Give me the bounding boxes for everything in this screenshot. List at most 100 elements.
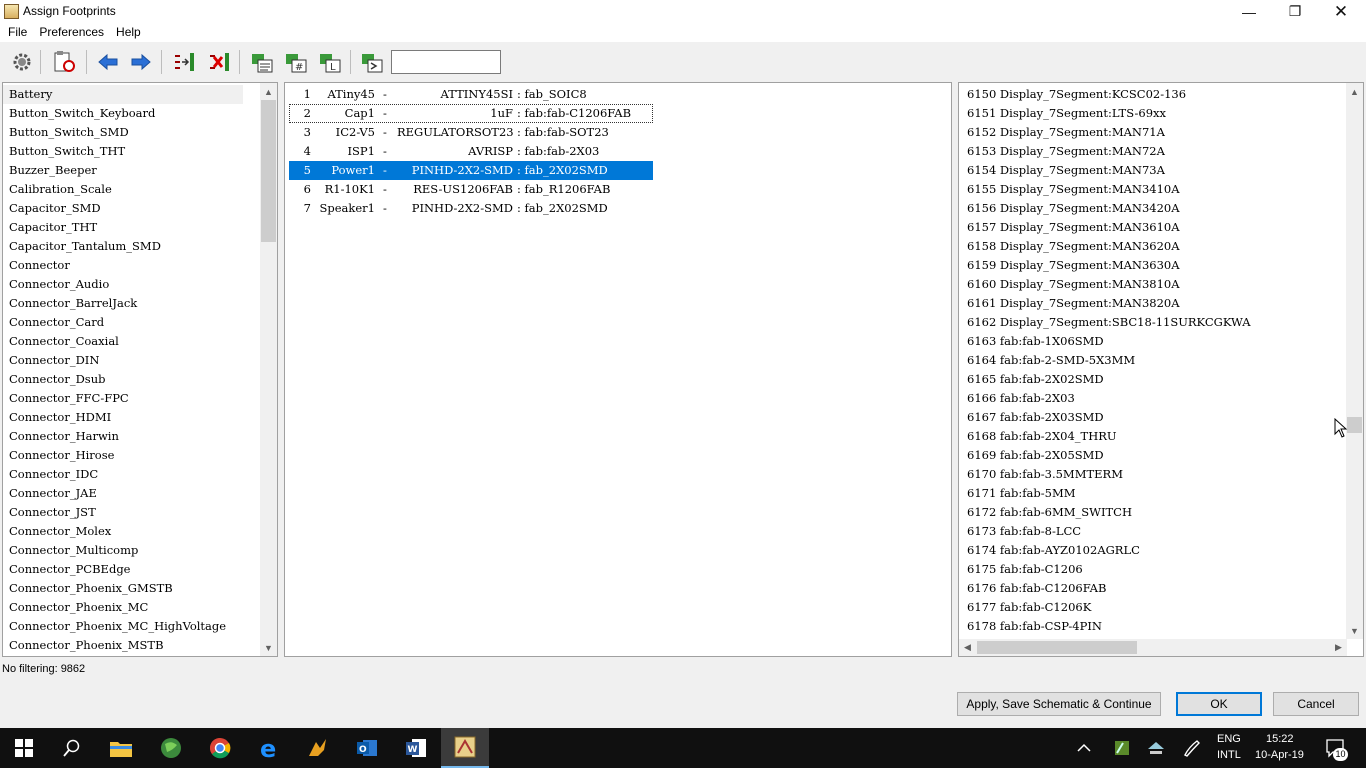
footprint-list-item[interactable]: 6164 fab:fab-2-SMD-5X3MM (967, 351, 1347, 370)
library-list-item[interactable]: Capacitor_SMD (3, 199, 261, 218)
clock-date[interactable]: 10-Apr-19 (1255, 749, 1304, 761)
scroll-down-arrow-icon[interactable]: ▼ (1346, 622, 1363, 639)
library-list-item[interactable]: Connector_Phoenix_MC (3, 598, 261, 617)
filter-by-pin-count-icon[interactable]: # (283, 49, 309, 75)
footprint-list-item[interactable]: 6175 fab:fab-C1206 (967, 560, 1347, 579)
component-row[interactable]: 2 Cap1- 1uF: fab:fab-C1206FAB (289, 104, 653, 123)
library-list-item[interactable]: Connector_JAE (3, 484, 261, 503)
footprint-list-item[interactable]: 6161 Display_7Segment:MAN3820A (967, 294, 1347, 313)
settings-gear-icon[interactable] (9, 49, 35, 75)
menu-file[interactable]: File (2, 23, 33, 42)
footprint-list-item[interactable]: 6173 fab:fab-8-LCC (967, 522, 1347, 541)
maximize-button[interactable]: ❐ (1272, 0, 1318, 23)
library-list-item[interactable]: Connector (3, 256, 261, 275)
scrollbar-thumb[interactable] (1347, 417, 1362, 433)
library-list-item[interactable]: Connector_Card (3, 313, 261, 332)
footprint-list-item[interactable]: 6163 fab:fab-1X06SMD (967, 332, 1347, 351)
scroll-up-arrow-icon[interactable]: ▲ (260, 83, 277, 100)
word-icon[interactable]: W (392, 728, 440, 768)
footprint-list-item[interactable]: 6153 Display_7Segment:MAN72A (967, 142, 1347, 161)
library-list-item[interactable]: Connector_DIN (3, 351, 261, 370)
kicad-cvpcb-icon[interactable] (441, 728, 489, 768)
filter-by-keywords-icon[interactable] (249, 49, 275, 75)
library-list-item[interactable]: Button_Switch_THT (3, 142, 261, 161)
footprint-list-item[interactable]: 6169 fab:fab-2X05SMD (967, 446, 1347, 465)
menu-help[interactable]: Help (110, 23, 147, 42)
footprint-list-item[interactable]: 6170 fab:fab-3.5MMTERM (967, 465, 1347, 484)
footprint-list-item[interactable]: 6159 Display_7Segment:MAN3630A (967, 256, 1347, 275)
footprint-list-item[interactable]: 6154 Display_7Segment:MAN73A (967, 161, 1347, 180)
pen-ink-icon[interactable] (1176, 728, 1208, 768)
filter-text-input[interactable] (391, 50, 501, 74)
scrollbar-thumb[interactable] (977, 641, 1137, 654)
windows-start-icon[interactable] (0, 728, 48, 768)
library-list-item[interactable]: Connector_Coaxial (3, 332, 261, 351)
footprint-list-item[interactable]: 6167 fab:fab-2X03SMD (967, 408, 1347, 427)
scrollbar-thumb[interactable] (261, 100, 276, 242)
network-icon[interactable] (1140, 728, 1172, 768)
footprint-list-item[interactable]: 6158 Display_7Segment:MAN3620A (967, 237, 1347, 256)
previous-arrow-icon[interactable] (95, 49, 121, 75)
component-row[interactable]: 3 IC2-V5- REGULATORSOT23: fab:fab-SOT23 (289, 123, 653, 142)
next-arrow-icon[interactable] (128, 49, 154, 75)
footprint-list-item[interactable]: 6166 fab:fab-2X03 (967, 389, 1347, 408)
library-list-item[interactable]: Battery (3, 85, 243, 104)
component-row[interactable]: 5 Power1- PINHD-2X2-SMD: fab_2X02SMD (289, 161, 653, 180)
library-list-item[interactable]: Button_Switch_SMD (3, 123, 261, 142)
clock-time[interactable]: 15:22 (1266, 733, 1294, 745)
library-list-item[interactable]: Connector_HDMI (3, 408, 261, 427)
inkscape-bird-icon[interactable] (294, 728, 342, 768)
globe-app-icon[interactable] (147, 728, 195, 768)
footprint-list-item[interactable]: 6165 fab:fab-2X02SMD (967, 370, 1347, 389)
scroll-right-arrow-icon[interactable]: ▶ (1330, 639, 1347, 656)
filter-by-library-icon[interactable]: L (317, 49, 343, 75)
delete-associations-icon[interactable] (206, 49, 232, 75)
library-list-item[interactable]: Connector_Hirose (3, 446, 261, 465)
footprint-horizontal-scrollbar[interactable]: ◀ ▶ (959, 639, 1347, 656)
scroll-up-arrow-icon[interactable]: ▲ (1346, 83, 1363, 100)
library-list-item[interactable]: Button_Switch_Keyboard (3, 104, 261, 123)
footprint-list-item[interactable]: 6174 fab:fab-AYZ0102AGRLC (967, 541, 1347, 560)
component-row[interactable]: 7 Speaker1- PINHD-2X2-SMD: fab_2X02SMD (289, 199, 653, 218)
menu-preferences[interactable]: Preferences (33, 23, 110, 42)
show-hidden-icons-chevron-icon[interactable] (1068, 728, 1100, 768)
library-list-item[interactable]: Connector_Phoenix_MC_HighVoltage (3, 617, 261, 636)
ok-button[interactable]: OK (1176, 692, 1262, 716)
library-list-item[interactable]: Connector_Multicomp (3, 541, 261, 560)
footprint-list-item[interactable]: 6150 Display_7Segment:KCSC02-136 (967, 85, 1347, 104)
component-row[interactable]: 6 R1-10K1- RES-US1206FAB: fab_R1206FAB (289, 180, 653, 199)
library-table-icon[interactable] (51, 49, 77, 75)
footprint-list-item[interactable]: 6157 Display_7Segment:MAN3610A (967, 218, 1347, 237)
library-list-item[interactable]: Capacitor_Tantalum_SMD (3, 237, 261, 256)
minimize-button[interactable]: — (1226, 0, 1272, 23)
footprint-list-item[interactable]: 6152 Display_7Segment:MAN71A (967, 123, 1347, 142)
footprint-list-item[interactable]: 6162 Display_7Segment:SBC18-11SURKCGKWA (967, 313, 1347, 332)
outlook-icon[interactable]: O (343, 728, 391, 768)
library-list-item[interactable]: Connector_Audio (3, 275, 261, 294)
file-explorer-icon[interactable] (97, 728, 145, 768)
footprint-list-item[interactable]: 6151 Display_7Segment:LTS-69xx (967, 104, 1347, 123)
footprint-list-item[interactable]: 6156 Display_7Segment:MAN3420A (967, 199, 1347, 218)
footprint-vertical-scrollbar[interactable]: ▲ ▼ (1346, 83, 1363, 639)
scroll-down-arrow-icon[interactable]: ▼ (260, 639, 277, 656)
library-list-item[interactable]: Connector_FFC-FPC (3, 389, 261, 408)
apply-save-continue-button[interactable]: Apply, Save Schematic & Continue (957, 692, 1161, 716)
library-list-item[interactable]: Connector_PCBEdge (3, 560, 261, 579)
footprint-list-item[interactable]: 6160 Display_7Segment:MAN3810A (967, 275, 1347, 294)
library-list-item[interactable]: Connector_Molex (3, 522, 261, 541)
footprint-list-item[interactable]: 6171 fab:fab-5MM (967, 484, 1347, 503)
footprint-list-item[interactable]: 6172 fab:fab-6MM_SWITCH (967, 503, 1347, 522)
library-list-item[interactable]: Connector_Phoenix_GMSTB (3, 579, 261, 598)
tray-app-icon[interactable] (1106, 728, 1138, 768)
auto-associate-icon[interactable] (171, 49, 197, 75)
edge-browser-icon[interactable]: e (245, 728, 293, 768)
library-list-item[interactable]: Connector_JST (3, 503, 261, 522)
component-row[interactable]: 4 ISP1- AVRISP: fab:fab-2X03 (289, 142, 653, 161)
library-list-item[interactable]: Buzzer_Beeper (3, 161, 261, 180)
chrome-browser-icon[interactable] (196, 728, 244, 768)
footprint-list-item[interactable]: 6155 Display_7Segment:MAN3410A (967, 180, 1347, 199)
cancel-button[interactable]: Cancel (1273, 692, 1359, 716)
footprint-list-item[interactable]: 6176 fab:fab-C1206FAB (967, 579, 1347, 598)
library-list-item[interactable]: Connector_Dsub (3, 370, 261, 389)
library-scrollbar[interactable]: ▲ ▼ (260, 83, 277, 656)
